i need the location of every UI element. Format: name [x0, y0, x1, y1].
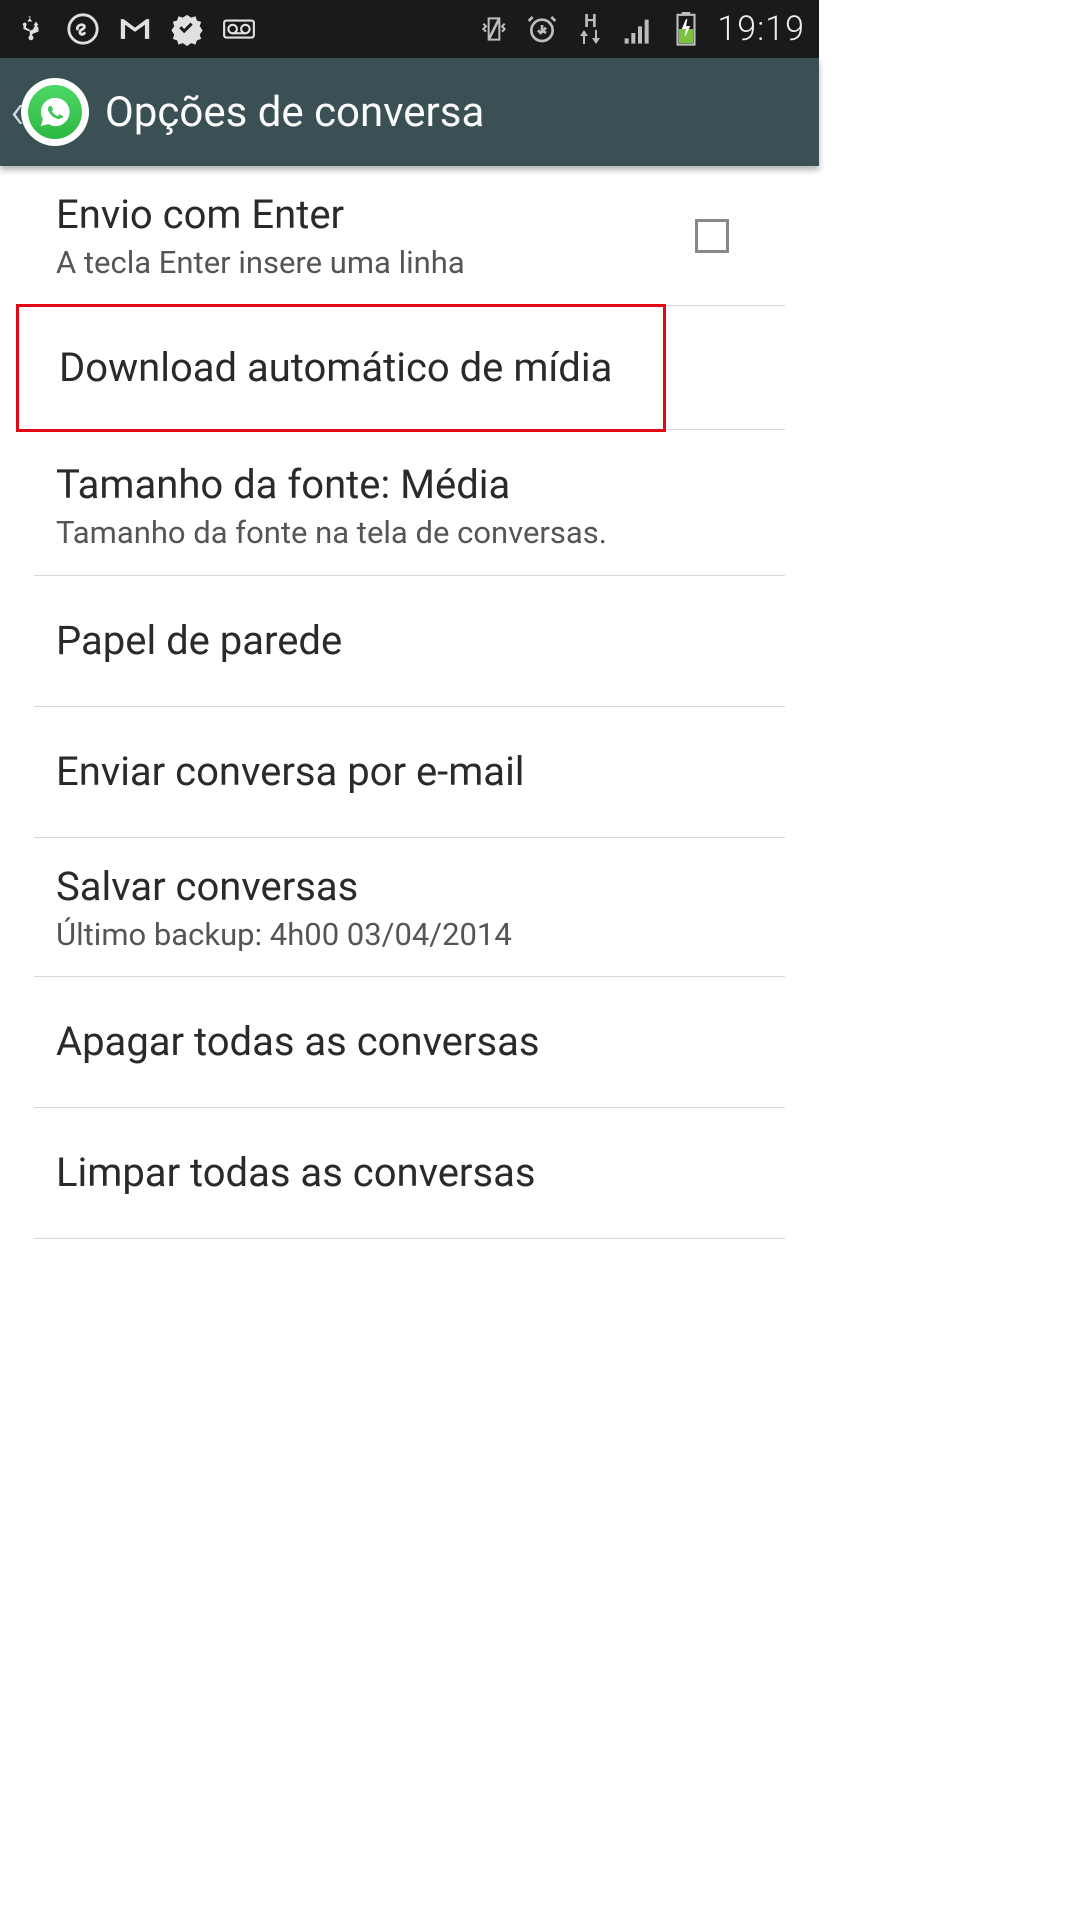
- back-button[interactable]: ‹: [10, 78, 105, 146]
- setting-title: Limpar todas as conversas: [56, 1148, 785, 1198]
- setting-clear-all[interactable]: Limpar todas as conversas: [34, 1108, 785, 1239]
- setting-title: Envio com Enter: [56, 190, 695, 240]
- setting-enter-send[interactable]: Envio com Enter A tecla Enter insere uma…: [34, 166, 785, 306]
- status-left: [14, 12, 256, 46]
- app-header: ‹ Opções de conversa: [0, 58, 819, 166]
- setting-auto-download-highlighted[interactable]: Download automático de mídia: [16, 304, 666, 432]
- gmail-icon: [118, 12, 152, 46]
- usb-icon: [14, 12, 48, 46]
- setting-title: Papel de parede: [56, 616, 785, 666]
- battery-charging-icon: [669, 12, 703, 46]
- status-bar: H 19:19: [0, 0, 819, 58]
- setting-title: Download automático de mídia: [59, 343, 663, 393]
- vibrate-icon: [477, 12, 511, 46]
- setting-subtitle: A tecla Enter insere uma linha: [56, 244, 695, 283]
- setting-subtitle: Tamanho da fonte na tela de conversas.: [56, 514, 785, 553]
- setting-wallpaper[interactable]: Papel de parede: [34, 576, 785, 707]
- setting-subtitle: Último backup: 4h00 03/04/2014: [56, 916, 785, 955]
- alarm-icon: [525, 12, 559, 46]
- settings-list: Envio com Enter A tecla Enter insere uma…: [0, 166, 819, 1239]
- page-title: Opções de conversa: [105, 88, 484, 137]
- setting-font-size[interactable]: Tamanho da fonte: Média Tamanho da fonte…: [34, 429, 785, 576]
- enter-send-checkbox[interactable]: [695, 219, 729, 253]
- setting-email-chat[interactable]: Enviar conversa por e-mail: [34, 707, 785, 838]
- signal-icon: [621, 12, 655, 46]
- setting-title: Enviar conversa por e-mail: [56, 747, 785, 797]
- network-h-icon: H: [573, 12, 607, 46]
- status-time: 19:19: [717, 9, 805, 49]
- setting-backup[interactable]: Salvar conversas Último backup: 4h00 03/…: [34, 838, 785, 978]
- setting-delete-all[interactable]: Apagar todas as conversas: [34, 977, 785, 1108]
- status-right: H 19:19: [477, 9, 805, 49]
- whatsapp-icon: [21, 78, 89, 146]
- setting-title: Tamanho da fonte: Média: [56, 460, 785, 510]
- setting-title: Apagar todas as conversas: [56, 1017, 785, 1067]
- voicemail-icon: [222, 12, 256, 46]
- check-badge-icon: [170, 12, 204, 46]
- setting-title: Salvar conversas: [56, 862, 785, 912]
- whatsapp-status-icon: [66, 12, 100, 46]
